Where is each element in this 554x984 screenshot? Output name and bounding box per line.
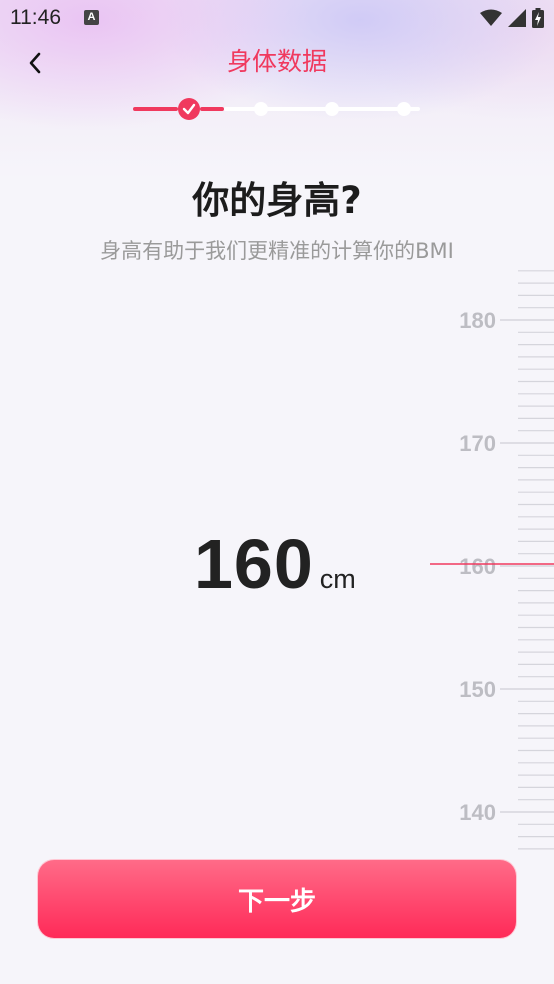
stepper-line-current bbox=[200, 107, 224, 111]
height-value: 160 bbox=[194, 525, 314, 603]
wifi-icon bbox=[480, 9, 502, 26]
ruler-label: 170 bbox=[459, 431, 496, 456]
notification-icon: A bbox=[84, 10, 99, 25]
status-icons bbox=[480, 8, 544, 28]
step-dot bbox=[397, 102, 411, 116]
height-unit: cm bbox=[319, 564, 356, 594]
next-button[interactable]: 下一步 bbox=[38, 860, 516, 938]
cell-signal-icon bbox=[508, 9, 526, 27]
step-completed-marker bbox=[178, 98, 200, 120]
height-value-display: 160 cm bbox=[194, 524, 356, 604]
check-icon bbox=[182, 103, 196, 115]
page-title: 身体数据 bbox=[226, 47, 327, 76]
ruler-label: 180 bbox=[459, 308, 496, 333]
ruler-scale[interactable]: 180 170 160 150 140 bbox=[430, 262, 554, 860]
battery-icon bbox=[532, 8, 544, 28]
progress-stepper bbox=[133, 96, 423, 122]
status-bar: 11:46 A bbox=[0, 0, 554, 38]
status-time: 11:46 bbox=[10, 6, 61, 29]
ruler-label: 140 bbox=[459, 800, 496, 825]
step-dot bbox=[325, 102, 339, 116]
question-title: 你的身高? bbox=[192, 179, 362, 222]
stepper-line-completed bbox=[133, 107, 178, 111]
step-dot bbox=[254, 102, 268, 116]
height-ruler[interactable]: 180 170 160 150 140 bbox=[430, 262, 554, 860]
ruler-label: 160 bbox=[459, 554, 496, 579]
ruler-label: 150 bbox=[459, 677, 496, 702]
